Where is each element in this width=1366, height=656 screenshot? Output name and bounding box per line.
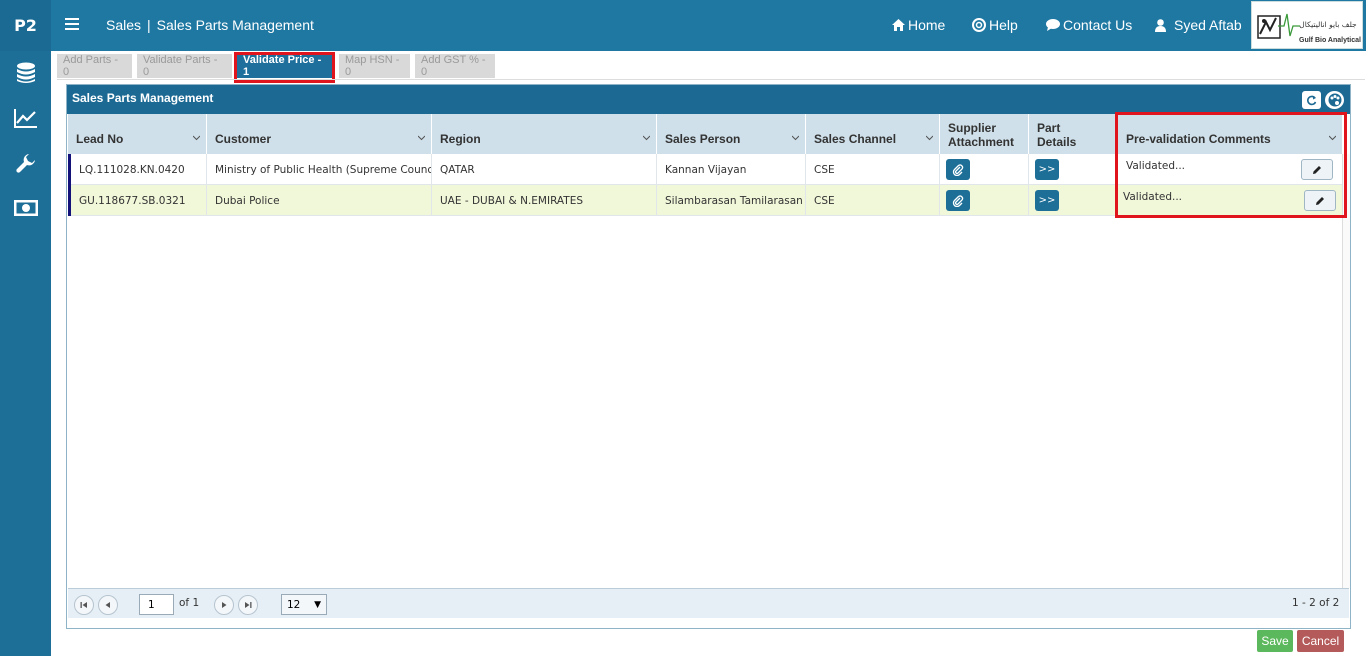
- sidebar: P2: [0, 0, 51, 656]
- part-details-button[interactable]: >>: [1035, 190, 1059, 211]
- menu-icon[interactable]: [65, 18, 79, 30]
- prev-page-icon: [105, 602, 110, 608]
- page-size-value: 12: [287, 599, 301, 611]
- cell-sales-channel: CSE: [806, 154, 940, 185]
- panel-title: Sales Parts Management: [72, 91, 214, 105]
- last-page-button[interactable]: [238, 595, 258, 615]
- chart-icon[interactable]: [0, 103, 51, 133]
- paperclip-icon: [952, 194, 964, 207]
- refresh-button[interactable]: [1302, 91, 1321, 109]
- tab-map-hsn[interactable]: Map HSN - 0: [339, 54, 410, 78]
- comments-highlight: [1115, 112, 1347, 218]
- breadcrumb-page: Sales Parts Management: [156, 17, 314, 33]
- column-customer[interactable]: Customer: [207, 114, 432, 154]
- panel-header: Sales Parts Management: [67, 85, 1350, 114]
- paperclip-icon: [952, 163, 964, 176]
- cell-lead-no: GU.118677.SB.0321: [71, 185, 207, 216]
- page-count-label: of 1: [179, 597, 200, 609]
- user-name: Syed Aftab: [1174, 17, 1242, 33]
- column-supplier-label: Supplier: [948, 121, 997, 135]
- contact-link[interactable]: Contact Us: [1046, 17, 1132, 33]
- next-page-button[interactable]: [214, 595, 234, 615]
- column-region-label: Region: [440, 132, 481, 146]
- cell-lead-no: LQ.111028.KN.0420: [71, 154, 207, 185]
- pager: 1 of 1 12 ▼ 1 - 2 of 2: [68, 588, 1349, 618]
- palette-icon: [1328, 93, 1341, 107]
- database-icon[interactable]: [0, 58, 51, 88]
- column-sales-person-label: Sales Person: [665, 132, 741, 146]
- tab-validate-parts[interactable]: Validate Parts - 0: [137, 54, 232, 78]
- cell-region: QATAR: [432, 154, 657, 185]
- page-number-input[interactable]: 1: [139, 594, 174, 615]
- company-logo: جلف بايو اناليتيكال Gulf Bio Analytical: [1251, 1, 1363, 49]
- cancel-button[interactable]: Cancel: [1297, 630, 1344, 652]
- chevron-down-icon[interactable]: [926, 134, 933, 141]
- next-page-icon: [222, 602, 227, 608]
- column-lead-no[interactable]: Lead No: [68, 114, 207, 154]
- contact-label: Contact Us: [1063, 17, 1133, 33]
- caret-down-icon: ▼: [314, 600, 321, 610]
- money-icon[interactable]: [0, 193, 51, 223]
- column-lead-no-label: Lead No: [76, 132, 124, 146]
- column-part-label: Part: [1037, 121, 1061, 135]
- page-size-select[interactable]: 12 ▼: [281, 594, 327, 615]
- chevron-down-icon[interactable]: [643, 134, 650, 141]
- column-sales-channel-label: Sales Channel: [814, 132, 897, 146]
- home-link[interactable]: Home: [892, 17, 945, 33]
- attachment-button[interactable]: [946, 159, 970, 180]
- breadcrumb-module[interactable]: Sales: [106, 17, 141, 33]
- column-part-details: Part Details: [1029, 114, 1116, 154]
- column-customer-label: Customer: [215, 132, 272, 146]
- brand-logo[interactable]: P2: [0, 0, 51, 51]
- prev-page-button[interactable]: [98, 595, 118, 615]
- lifebuoy-icon: [972, 18, 986, 32]
- user-menu[interactable]: Syed Aftab: [1155, 17, 1242, 33]
- save-button[interactable]: Save: [1257, 630, 1293, 652]
- top-header: Sales | Sales Parts Management Home Help C…: [51, 0, 1366, 51]
- home-label: Home: [908, 17, 946, 33]
- chevron-down-icon[interactable]: [418, 134, 425, 141]
- cell-supplier-attachment: [940, 185, 1029, 216]
- tab-divider: [57, 79, 1365, 80]
- user-icon: [1155, 18, 1166, 32]
- column-sales-person[interactable]: Sales Person: [657, 114, 806, 154]
- column-attachment-label: Attachment: [948, 135, 1015, 149]
- tab-add-gst[interactable]: Add GST % - 0: [415, 54, 495, 78]
- help-label: Help: [989, 17, 1018, 33]
- cell-region: UAE - DUBAI & N.EMIRATES: [432, 185, 657, 216]
- theme-button[interactable]: [1325, 91, 1344, 109]
- cell-part-details: >>: [1029, 154, 1118, 185]
- home-icon: [892, 19, 905, 31]
- first-page-icon: [80, 602, 87, 608]
- column-region[interactable]: Region: [432, 114, 657, 154]
- breadcrumb: Sales | Sales Parts Management: [106, 17, 314, 33]
- chevron-down-icon[interactable]: [193, 134, 200, 141]
- tab-add-parts[interactable]: Add Parts - 0: [57, 54, 132, 78]
- attachment-button[interactable]: [946, 190, 970, 211]
- chat-icon: [1046, 19, 1060, 31]
- help-link[interactable]: Help: [972, 17, 1018, 33]
- logo-english-text: Gulf Bio Analytical: [1299, 37, 1361, 44]
- logo-arabic-text: جلف بايو اناليتيكال: [1299, 20, 1357, 29]
- cell-supplier-attachment: [940, 154, 1029, 185]
- last-page-icon: [245, 602, 252, 608]
- column-supplier-attachment: Supplier Attachment: [940, 114, 1029, 154]
- wrench-icon[interactable]: [0, 148, 51, 178]
- cell-sales-person: Silambarasan Tamilarasan: [657, 185, 806, 216]
- cell-customer: Ministry of Public Health (Supreme Counc…: [207, 154, 432, 185]
- cell-part-details: >>: [1029, 185, 1118, 216]
- chevron-down-icon[interactable]: [792, 134, 799, 141]
- first-page-button[interactable]: [74, 595, 94, 615]
- part-details-button[interactable]: >>: [1035, 159, 1059, 180]
- cell-customer: Dubai Police: [207, 185, 432, 216]
- record-range: 1 - 2 of 2: [1292, 597, 1340, 609]
- vertical-scrollbar[interactable]: [1342, 154, 1350, 588]
- cell-sales-channel: CSE: [806, 185, 940, 216]
- column-details-label: Details: [1037, 135, 1077, 149]
- refresh-icon: [1307, 95, 1317, 105]
- cell-sales-person: Kannan Vijayan: [657, 154, 806, 185]
- column-sales-channel[interactable]: Sales Channel: [806, 114, 940, 154]
